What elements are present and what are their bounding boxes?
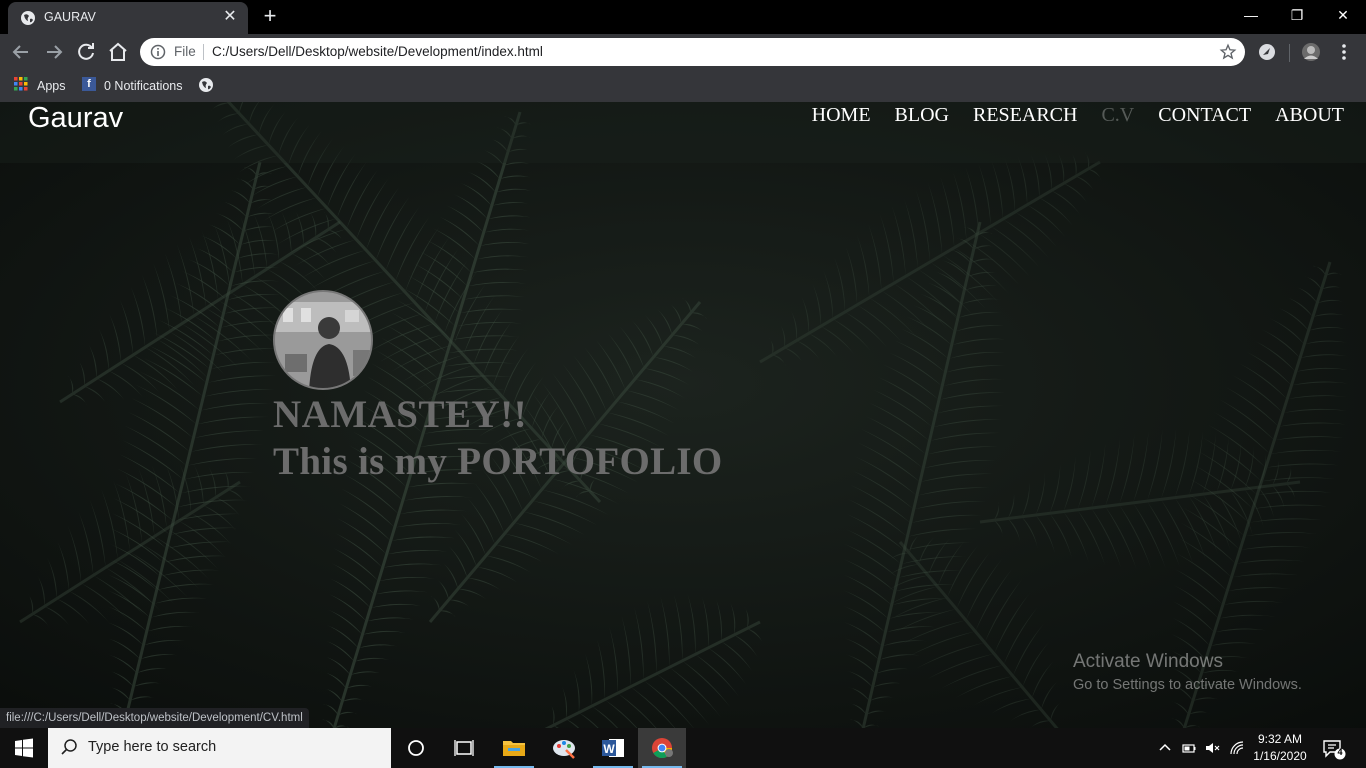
chevron-up-icon[interactable] [1157, 740, 1173, 756]
home-icon[interactable] [106, 40, 130, 64]
site-brand[interactable]: Gaurav [28, 102, 123, 135]
browser-tab[interactable]: GAURAV ✕ [8, 2, 248, 34]
system-clock[interactable]: 9:32 AM 1/16/2020 [1252, 731, 1308, 765]
minimize-button[interactable]: — [1228, 0, 1274, 32]
task-view-icon[interactable] [440, 728, 488, 768]
toolbar-divider [1289, 44, 1290, 62]
hero-greeting: NAMASTEY!! [273, 393, 528, 436]
bookmarks-bar: Apps f 0 Notifications [0, 70, 1366, 102]
tab-title: GAURAV [44, 10, 96, 24]
close-tab-icon[interactable]: ✕ [220, 7, 240, 27]
word-icon[interactable]: W [589, 728, 637, 768]
fern-background-image [0, 102, 1366, 728]
nav-blog[interactable]: BLOG [883, 103, 961, 127]
search-icon [61, 739, 77, 755]
browser-toolbar: File C:/Users/Dell/Desktop/website/Devel… [0, 34, 1366, 70]
site-nav-links: HOME BLOG RESEARCH C.V CONTACT ABOUT [800, 103, 1356, 127]
extension-icon[interactable] [1257, 42, 1277, 62]
globe-icon [21, 11, 35, 25]
more-options-icon[interactable] [1336, 43, 1352, 61]
watermark-title: Activate Windows [1073, 651, 1223, 672]
profile-photo [273, 290, 373, 390]
info-icon[interactable] [150, 44, 166, 60]
search-placeholder: Type here to search [88, 739, 217, 755]
wifi-icon[interactable] [1229, 740, 1245, 756]
bookmark-apps[interactable]: Apps [37, 77, 66, 95]
file-explorer-icon[interactable] [490, 728, 538, 768]
address-bar[interactable]: File C:/Users/Dell/Desktop/website/Devel… [140, 38, 1245, 66]
web-page: Gaurav HOME BLOG RESEARCH C.V CONTACT AB… [0, 102, 1366, 728]
windows-start-icon[interactable] [0, 728, 48, 768]
nav-contact[interactable]: CONTACT [1146, 103, 1263, 127]
link-status-bubble: file:///C:/Users/Dell/Desktop/website/De… [0, 708, 309, 728]
nav-cv[interactable]: C.V [1089, 103, 1146, 127]
chrome-icon[interactable] [638, 728, 686, 768]
forward-icon[interactable] [42, 40, 66, 64]
nav-research[interactable]: RESEARCH [961, 103, 1089, 127]
site-navbar: Gaurav HOME BLOG RESEARCH C.V CONTACT AB… [0, 102, 1366, 163]
tab-strip: GAURAV ✕ + — ❐ ✕ [0, 0, 1366, 34]
bookmark-notifications[interactable]: 0 Notifications [104, 77, 183, 95]
close-window-button[interactable]: ✕ [1320, 0, 1366, 32]
hero-subtitle: This is my PORTOFOLIO [273, 440, 723, 483]
paint-app-icon[interactable] [540, 728, 588, 768]
url-text[interactable]: C:/Users/Dell/Desktop/website/Developmen… [212, 44, 543, 59]
url-scheme-label: File [174, 44, 196, 59]
omnibox-divider [203, 44, 204, 60]
speaker-muted-icon[interactable] [1204, 740, 1220, 756]
taskbar-search-box[interactable]: Type here to search [48, 728, 391, 768]
nav-home[interactable]: HOME [800, 103, 883, 127]
back-icon[interactable] [9, 40, 33, 64]
svg-text:W: W [603, 742, 615, 756]
facebook-icon: f [82, 77, 96, 91]
activate-windows-watermark: Activate Windows Go to Settings to activ… [1073, 651, 1302, 693]
clock-time: 9:32 AM [1257, 732, 1303, 746]
clock-date: 1/16/2020 [1253, 749, 1307, 763]
globe-bookmark-icon[interactable] [198, 77, 214, 93]
profile-avatar-icon[interactable] [1301, 42, 1321, 62]
cortana-icon[interactable] [392, 728, 440, 768]
notification-count: 4 [1337, 747, 1343, 757]
nav-about[interactable]: ABOUT [1263, 103, 1356, 127]
star-icon[interactable] [1219, 43, 1237, 61]
new-tab-button[interactable]: + [258, 5, 282, 29]
reload-icon[interactable] [74, 40, 98, 64]
apps-grid-icon [14, 77, 28, 91]
battery-icon[interactable] [1181, 740, 1197, 756]
restore-button[interactable]: ❐ [1274, 0, 1320, 32]
watermark-subtitle: Go to Settings to activate Windows. [1073, 677, 1302, 693]
windows-taskbar: Type here to search W 9:32 AM 1/16/2020 … [0, 728, 1366, 768]
action-center-icon[interactable]: 4 [1322, 738, 1346, 760]
